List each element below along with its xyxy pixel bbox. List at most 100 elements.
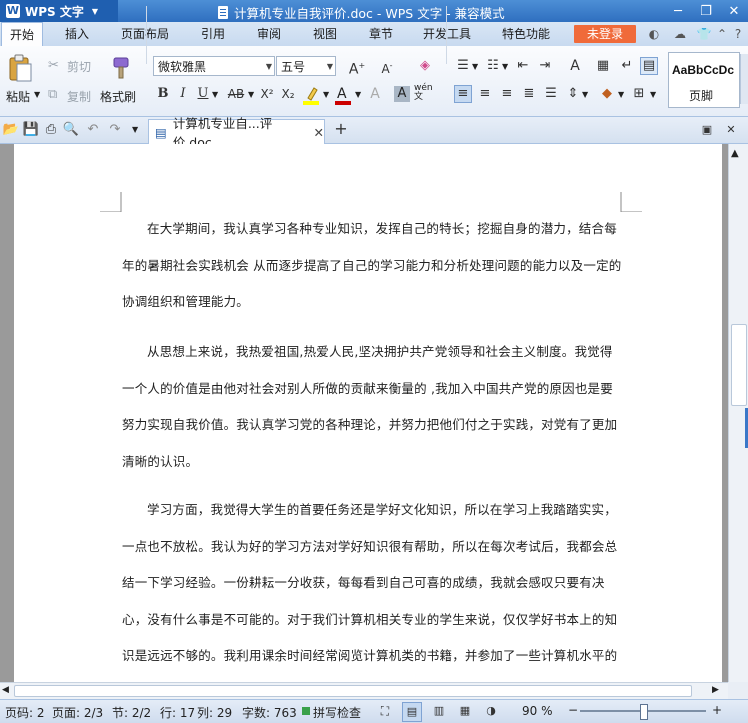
open-folder-icon[interactable]: 📂	[2, 121, 20, 139]
minimize-button[interactable]: ─	[664, 0, 692, 22]
highlight-button[interactable]	[302, 84, 322, 106]
font-size-select[interactable]: 五号 ▼	[276, 56, 336, 76]
print-preview-icon[interactable]: 🔍	[62, 121, 80, 139]
copy-icon[interactable]: ⧉	[48, 87, 57, 102]
change-case-icon[interactable]: A	[566, 57, 584, 75]
cut-label[interactable]: 剪切	[67, 58, 91, 75]
status-column[interactable]: 列: 29	[197, 704, 232, 721]
superscript-icon[interactable]: X²	[258, 85, 276, 103]
page-view-icon[interactable]: ▤	[402, 702, 422, 722]
shrink-font-icon[interactable]: A-	[378, 57, 396, 76]
vertical-scrollbar[interactable]: ▲	[728, 144, 748, 682]
text-effect-icon[interactable]: A	[366, 85, 384, 103]
align-left-icon[interactable]: ≡	[454, 85, 472, 103]
tab-home[interactable]: 开始	[1, 22, 43, 47]
tab-insert[interactable]: 插入	[55, 22, 99, 46]
fullscreen-icon[interactable]: ⛶	[376, 702, 394, 720]
document-tab[interactable]: ▤ 计算机专业自...评价.doc ✕	[148, 116, 325, 150]
app-menu-button[interactable]: W WPS 文字 ▼	[0, 0, 118, 22]
paste-button[interactable]	[6, 54, 34, 84]
phonetic-guide-icon[interactable]: wén 文	[414, 84, 434, 104]
grow-font-icon[interactable]: A+	[348, 57, 366, 78]
tab-chapter[interactable]: 章节	[360, 22, 402, 46]
shading-icon[interactable]: ◆	[598, 85, 616, 103]
paragraph[interactable]: 学习方面，我觉得大学生的首要任务还是学好文化知识，所以在学习上我踏踏实实，一点也…	[122, 492, 622, 682]
scroll-thumb[interactable]	[731, 324, 747, 406]
font-name-select[interactable]: 微软雅黑 ▼	[153, 56, 275, 76]
close-tab-icon[interactable]: ✕	[314, 125, 324, 140]
highlight-dropdown-icon[interactable]: ▼	[323, 90, 329, 99]
reading-view-icon[interactable]: ◑	[482, 702, 500, 720]
zoom-in-icon[interactable]: +	[712, 703, 722, 717]
save-icon[interactable]: 💾	[22, 121, 40, 139]
decrease-indent-icon[interactable]: ⇤	[514, 57, 532, 75]
customize-dropdown-icon[interactable]: ▼	[132, 125, 138, 134]
horizontal-scrollbar[interactable]: ◀ ▶	[0, 682, 728, 699]
bullet-list-icon[interactable]: ☰	[454, 57, 472, 75]
text-box-icon[interactable]: ▤	[640, 57, 658, 75]
help-icon[interactable]: ?	[730, 26, 746, 42]
underline-dropdown-icon[interactable]: ▼	[212, 90, 218, 99]
undo-icon[interactable]: ↶	[84, 121, 102, 139]
underline-icon[interactable]: U	[194, 85, 212, 103]
tab-references[interactable]: 引用	[192, 22, 234, 46]
line-spacing-dropdown-icon[interactable]: ▼	[582, 90, 588, 99]
borders-dropdown-icon[interactable]: ▼	[650, 90, 656, 99]
clear-format-icon[interactable]: ◈	[416, 57, 434, 75]
format-painter-label[interactable]: 格式刷	[100, 88, 136, 105]
tab-list-icon[interactable]: ▣	[698, 121, 716, 139]
status-page-code[interactable]: 页码: 2	[5, 704, 45, 721]
document-page[interactable]: 在大学期间，我认真学习各种专业知识，发挥自己的特长；挖掘自身的潜力，结合每年的暑…	[14, 144, 722, 682]
scissors-icon[interactable]: ✂	[48, 58, 59, 73]
zoom-out-icon[interactable]: −	[568, 703, 578, 717]
distributed-icon[interactable]: ☰	[542, 85, 560, 103]
font-color-dropdown-icon[interactable]: ▼	[355, 90, 361, 99]
redo-icon[interactable]: ↷	[106, 121, 124, 139]
scroll-left-icon[interactable]: ◀	[2, 685, 9, 695]
print-icon[interactable]: ⎙	[42, 121, 60, 139]
status-row[interactable]: 行: 17	[160, 704, 195, 721]
close-window-button[interactable]: ✕	[720, 0, 748, 22]
chevron-up-icon[interactable]: ⌃	[714, 26, 730, 42]
login-button[interactable]: 未登录	[574, 25, 636, 43]
style-gallery[interactable]: AaBbCcDc 页脚	[668, 52, 740, 108]
new-tab-plus-icon[interactable]: +	[332, 120, 350, 138]
increase-indent-icon[interactable]: ⇥	[536, 57, 554, 75]
format-painter-button[interactable]	[108, 56, 132, 80]
paste-dropdown-icon[interactable]: ▼	[34, 90, 40, 99]
style-gallery-scroll[interactable]	[740, 54, 748, 104]
align-center-icon[interactable]: ≡	[476, 85, 494, 103]
scroll-up-icon[interactable]: ▲	[731, 148, 739, 159]
close-all-icon[interactable]: ✕	[722, 121, 740, 139]
tab-special-features[interactable]: 特色功能	[496, 22, 556, 46]
zoom-slider[interactable]	[580, 704, 706, 720]
tab-view[interactable]: 视图	[304, 22, 346, 46]
outline-view-icon[interactable]: ▥	[430, 702, 448, 720]
restore-button[interactable]: ❐	[692, 0, 720, 22]
paragraph[interactable]: 从思想上来说，我热爱祖国,热爱人民,坚决拥护共产党领导和社会主义制度。我觉得一个…	[122, 334, 622, 480]
copy-label[interactable]: 复制	[67, 88, 91, 105]
scroll-right-icon[interactable]: ▶	[712, 685, 719, 695]
table-grid-icon[interactable]: ▦	[594, 57, 612, 75]
hscroll-thumb[interactable]	[14, 685, 692, 697]
numbered-dropdown-icon[interactable]: ▼	[502, 62, 508, 71]
cloud-icon[interactable]: ☁	[672, 26, 688, 42]
numbered-list-icon[interactable]: ☷	[484, 57, 502, 75]
tab-review[interactable]: 审阅	[248, 22, 290, 46]
zoom-slider-thumb[interactable]	[640, 704, 648, 720]
subscript-icon[interactable]: X₂	[279, 85, 297, 103]
paragraph[interactable]: 在大学期间，我认真学习各种专业知识，发挥自己的特长；挖掘自身的潜力，结合每年的暑…	[122, 211, 622, 321]
shirt-icon[interactable]: 👕	[696, 26, 712, 42]
align-right-icon[interactable]: ≡	[498, 85, 516, 103]
zoom-level[interactable]: 90 %	[522, 704, 553, 718]
char-shading-icon[interactable]: A	[394, 86, 410, 102]
status-section[interactable]: 节: 2/2	[112, 704, 151, 721]
status-page[interactable]: 页面: 2/3	[52, 704, 103, 721]
status-word-count[interactable]: 字数: 763	[242, 704, 297, 721]
web-view-icon[interactable]: ▦	[456, 702, 474, 720]
spell-check-button[interactable]: 拼写检查	[313, 704, 361, 721]
skin-icon[interactable]: ◐	[646, 26, 662, 42]
shading-dropdown-icon[interactable]: ▼	[618, 90, 624, 99]
justify-icon[interactable]: ≣	[520, 85, 538, 103]
italic-icon[interactable]: I	[174, 85, 192, 103]
